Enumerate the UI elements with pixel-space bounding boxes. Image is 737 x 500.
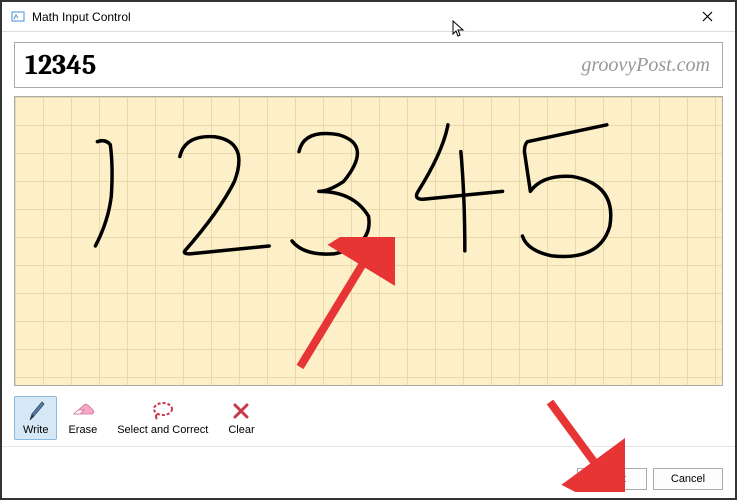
cancel-button[interactable]: Cancel xyxy=(653,468,723,490)
handwriting-canvas[interactable] xyxy=(14,96,723,386)
select-correct-tool[interactable]: Select and Correct xyxy=(108,396,217,440)
clear-x-icon xyxy=(232,400,250,422)
insert-button[interactable]: Insert xyxy=(577,468,647,490)
tool-label: Erase xyxy=(68,424,97,436)
toolbar: Write Erase Select and Correct Clear xyxy=(2,394,735,447)
cursor-icon xyxy=(452,20,466,43)
recognized-text: 12345 xyxy=(25,49,96,81)
erase-tool[interactable]: Erase xyxy=(59,396,106,440)
tool-label: Select and Correct xyxy=(117,424,208,436)
tool-label: Clear xyxy=(228,424,254,436)
app-icon xyxy=(10,9,26,25)
close-icon xyxy=(702,9,713,25)
dialog-buttons: Insert Cancel xyxy=(2,460,735,498)
close-button[interactable] xyxy=(687,3,727,31)
eraser-icon xyxy=(70,400,96,422)
handwritten-strokes xyxy=(15,97,722,385)
titlebar: Math Input Control xyxy=(2,2,735,32)
clear-tool[interactable]: Clear xyxy=(219,396,263,440)
window-title: Math Input Control xyxy=(32,10,131,24)
write-tool[interactable]: Write xyxy=(14,396,57,440)
watermark: groovyPost.com xyxy=(581,54,710,77)
tool-label: Write xyxy=(23,424,48,436)
preview-output: 12345 groovyPost.com xyxy=(14,42,723,88)
pen-icon xyxy=(26,400,46,422)
lasso-icon xyxy=(151,400,175,422)
